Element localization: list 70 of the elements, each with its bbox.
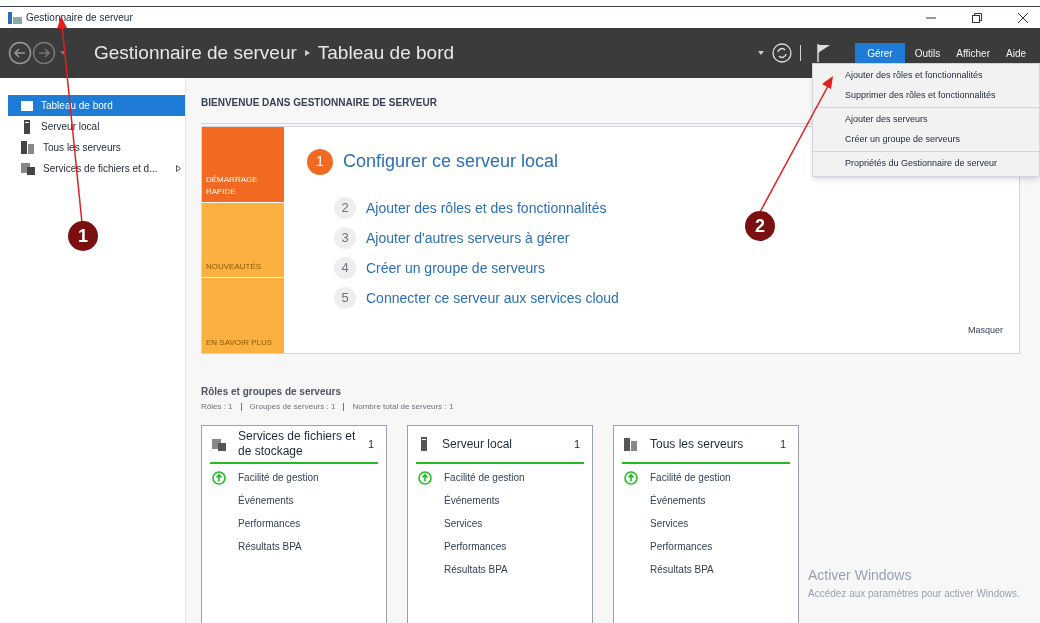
card-link[interactable]: Performances [650, 539, 713, 554]
card-count: 1 [367, 436, 375, 452]
flag-icon[interactable] [817, 44, 832, 62]
step-link[interactable]: Connecter ce serveur aux services cloud [366, 287, 619, 309]
server-card[interactable]: Tous les serveurs 1 Facilité de gestion Événements Services Performances Résultats BPA [613, 425, 799, 623]
menu-item[interactable]: Propriétés du Gestionnaire de serveur [813, 154, 1039, 174]
breadcrumb-item[interactable]: Tableau de bord [317, 38, 455, 68]
card-link[interactable]: Facilité de gestion [238, 470, 319, 485]
menu-item[interactable]: Aide [1000, 42, 1032, 64]
summary-text: Groupes de serveurs : 1 [249, 401, 336, 413]
card-link[interactable]: Événements [444, 493, 500, 508]
activation-text: Accédez aux paramètres pour activer Windows. [808, 587, 1020, 601]
restore-icon[interactable] [972, 12, 982, 23]
card-link[interactable]: Événements [238, 493, 294, 508]
card-link[interactable]: Facilité de gestion [650, 470, 731, 485]
window-title: Gestionnaire de serveur [26, 11, 133, 25]
step-link[interactable]: Ajouter d'autres serveurs à gérer [366, 227, 570, 249]
section-title: Rôles et groupes de serveurs [201, 385, 343, 399]
grid-icon [21, 100, 33, 111]
step-number: 1 [307, 148, 333, 175]
menu-item[interactable]: Outils [908, 42, 947, 64]
expand-icon[interactable] [176, 165, 181, 172]
refresh-icon[interactable] [772, 43, 793, 63]
server-icon [21, 119, 33, 134]
forward-icon[interactable] [32, 41, 56, 65]
step-link[interactable]: Configurer ce serveur local [343, 148, 559, 175]
server-card[interactable]: Services de fichiers et de stockage 1 Facilité de gestion Événements Performances Résultats BPA [201, 425, 387, 623]
folder-icon [212, 437, 226, 451]
card-link[interactable]: Événements [650, 493, 706, 508]
summary-text: Nombre total de serveurs : 1 [352, 401, 454, 413]
server-icon [418, 437, 430, 451]
status-up-icon [624, 470, 638, 485]
card-link[interactable]: Facilité de gestion [444, 470, 525, 485]
menu-item[interactable]: Créer un groupe de serveurs [813, 129, 1039, 149]
close-icon[interactable] [1018, 12, 1028, 23]
breadcrumb-item[interactable]: Gestionnaire de serveur [94, 38, 297, 68]
step-number: 5 [334, 287, 356, 309]
menu-item[interactable]: Gérer [855, 42, 905, 64]
card-link[interactable]: Services [650, 516, 689, 531]
menu-item[interactable]: Afficher [950, 42, 996, 64]
step-link[interactable]: Ajouter des rôles et des fonctionnalités [366, 197, 607, 219]
activation-text: Activer Windows [808, 566, 913, 585]
step-number: 2 [334, 197, 356, 219]
dropdown-icon[interactable] [758, 51, 765, 55]
server-card[interactable]: Serveur local 1 Facilité de gestion Événements Services Performances Résultats BPA [407, 425, 593, 623]
step-link[interactable]: Créer un groupe de serveurs [366, 257, 545, 279]
status-up-icon [418, 470, 432, 485]
step-number: 4 [334, 257, 356, 279]
app-icon [8, 11, 22, 24]
servers-icon [21, 141, 35, 154]
minimize-icon[interactable] [926, 16, 936, 19]
step-number: 3 [334, 227, 356, 249]
card-link[interactable]: Résultats BPA [650, 562, 714, 577]
status-up-icon [212, 470, 226, 485]
summary-text: Rôles : 1 [201, 401, 233, 413]
card-title: Tous les serveurs [650, 436, 745, 452]
servers-icon [624, 437, 638, 451]
card-link[interactable]: Services [444, 516, 483, 531]
card-count: 1 [779, 436, 787, 452]
card-count: 1 [573, 436, 581, 452]
card-title: Services de fichiers et de stockage [238, 429, 356, 459]
card-title: Serveur local [442, 436, 514, 452]
card-link[interactable]: Résultats BPA [444, 562, 508, 577]
card-link[interactable]: Performances [238, 516, 301, 531]
folder-icon [21, 162, 35, 175]
card-link[interactable]: Résultats BPA [238, 539, 302, 554]
separator-icon [304, 50, 310, 56]
card-link[interactable]: Performances [444, 539, 507, 554]
back-icon[interactable] [8, 41, 32, 65]
hide-link[interactable]: Masquer [968, 323, 1003, 337]
